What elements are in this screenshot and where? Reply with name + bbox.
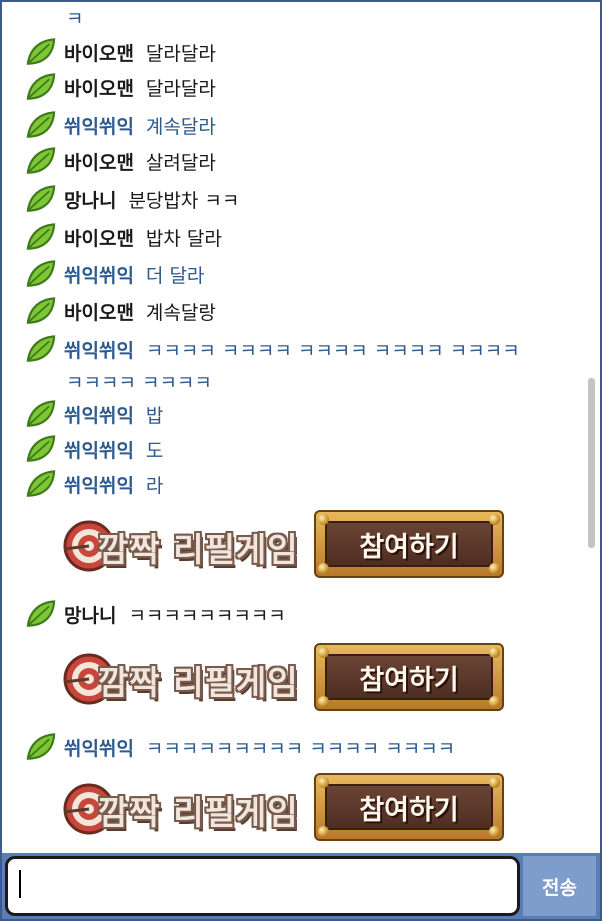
chat-text: 살려달라	[145, 151, 216, 174]
chat-nickname[interactable]: 쒸익쒸익	[64, 436, 134, 463]
leaf-icon	[26, 600, 56, 627]
chat-message: 쒸익쒸익 도	[24, 433, 163, 465]
banner-title: 깜짝 리필게임	[98, 793, 299, 832]
refill-game-banner: 깜짝 리필게임 참여하기	[60, 507, 510, 583]
join-button-face: 참여하기	[325, 654, 493, 700]
rivet-icon	[318, 777, 329, 788]
chat-nickname[interactable]: 바이오맨	[64, 148, 134, 175]
rivet-icon	[489, 826, 500, 837]
leaf-icon	[26, 400, 56, 427]
chat-text: ㅋㅋㅋㅋ ㅋㅋㅋㅋ ㅋㅋㅋㅋ ㅋㅋㅋㅋ ㅋㅋㅋㅋ	[145, 339, 520, 362]
send-button[interactable]: 전송	[523, 856, 596, 916]
chat-nickname[interactable]: 쒸익쒸익	[64, 401, 134, 428]
chat-text: 더 달라	[145, 264, 205, 287]
chat-message: 쒸익쒸익 밥	[24, 398, 163, 430]
leaf-icon	[26, 185, 56, 212]
chat-text: 라	[145, 474, 164, 497]
leaf-icon	[26, 73, 56, 100]
leaf-icon	[26, 297, 56, 324]
refill-game-banner: 깜짝 리필게임 참여하기	[60, 770, 510, 846]
message-continuation: ㅋㅋㅋㅋ ㅋㅋㅋㅋ	[66, 372, 212, 394]
chat-message: 바이오맨 달라달라	[24, 71, 216, 103]
chat-nickname[interactable]: 쒸익쒸익	[64, 261, 134, 288]
rivet-icon	[318, 696, 329, 707]
chat-text: 밥차 달라	[145, 227, 222, 250]
chat-text: 계속달랑	[145, 301, 216, 324]
chat-message: 바이오맨 밥차 달라	[24, 221, 222, 253]
join-button[interactable]: 참여하기	[314, 510, 504, 578]
chat-text: 밥	[145, 404, 164, 427]
chat-message: 망나니 분당밥차 ㅋㅋ	[24, 183, 239, 215]
chat-message: 바이오맨 살려달라	[24, 145, 216, 177]
send-button-label: 전송	[542, 876, 577, 899]
chat-nickname[interactable]: 바이오맨	[64, 74, 134, 101]
rivet-icon	[318, 514, 329, 525]
chat-text: ㅋㅋㅋㅋㅋㅋㅋㅋㅋ ㅋㅋㅋㅋ ㅋㅋㅋㅋ	[145, 737, 456, 760]
leaf-icon	[26, 223, 56, 250]
chat-window: ㅋ 바이오맨 달라달라 바이오맨 달라달라 쒸익쒸익 계속달라 바이오맨 살려달…	[0, 0, 602, 921]
rivet-icon	[318, 647, 329, 658]
chat-nickname[interactable]: 쒸익쒸익	[64, 336, 134, 363]
leaf-icon	[26, 733, 56, 760]
chat-message: 쒸익쒸익 더 달라	[24, 258, 204, 290]
chat-message: 바이오맨 달라달라	[24, 36, 216, 68]
chat-text: 달라달라	[145, 42, 216, 65]
chat-message: 바이오맨 계속달랑	[24, 295, 216, 327]
rivet-icon	[489, 514, 500, 525]
rivet-icon	[318, 563, 329, 574]
chat-log[interactable]: ㅋ 바이오맨 달라달라 바이오맨 달라달라 쒸익쒸익 계속달라 바이오맨 살려달…	[2, 2, 600, 853]
leaf-icon	[26, 38, 56, 65]
rivet-icon	[489, 696, 500, 707]
join-button-face: 참여하기	[325, 784, 493, 830]
join-button[interactable]: 참여하기	[314, 643, 504, 711]
chat-text: 분당밥차 ㅋㅋ	[128, 189, 240, 212]
rivet-icon	[318, 826, 329, 837]
leaf-icon	[26, 335, 56, 362]
chat-text: 도	[145, 439, 164, 462]
chat-input[interactable]	[5, 856, 520, 916]
text-caret	[19, 870, 21, 898]
rivet-icon	[489, 647, 500, 658]
chat-scrollbar[interactable]	[588, 378, 595, 548]
join-button-label: 참여하기	[359, 794, 459, 826]
chat-text: ㅋㅋㅋㅋㅋㅋㅋㅋㅋ	[128, 604, 286, 627]
chat-text: 달라달라	[145, 77, 216, 100]
join-button-face: 참여하기	[325, 521, 493, 567]
chat-text: 계속달라	[145, 115, 216, 138]
leaf-icon	[26, 260, 56, 287]
leaf-icon	[26, 435, 56, 462]
leaf-icon	[26, 470, 56, 497]
input-bar: 전송	[2, 853, 600, 919]
chat-nickname[interactable]: 망나니	[64, 601, 116, 628]
chat-nickname[interactable]: 쒸익쒸익	[64, 112, 134, 139]
message-continuation: ㅋ	[66, 8, 84, 30]
banner-title: 깜짝 리필게임	[98, 663, 299, 702]
chat-nickname[interactable]: 쒸익쒸익	[64, 471, 134, 498]
banner-title: 깜짝 리필게임	[98, 530, 299, 569]
chat-message: 쒸익쒸익 ㅋㅋㅋㅋ ㅋㅋㅋㅋ ㅋㅋㅋㅋ ㅋㅋㅋㅋ ㅋㅋㅋㅋ	[24, 333, 520, 365]
leaf-icon	[26, 111, 56, 138]
chat-message: 쒸익쒸익 라	[24, 468, 163, 500]
join-button[interactable]: 참여하기	[314, 773, 504, 841]
chat-nickname[interactable]: 망나니	[64, 186, 116, 213]
chat-nickname[interactable]: 바이오맨	[64, 298, 134, 325]
chat-message: 쒸익쒸익 계속달라	[24, 109, 216, 141]
leaf-icon	[26, 147, 56, 174]
chat-message: 망나니 ㅋㅋㅋㅋㅋㅋㅋㅋㅋ	[24, 598, 286, 630]
chat-message: 쒸익쒸익 ㅋㅋㅋㅋㅋㅋㅋㅋㅋ ㅋㅋㅋㅋ ㅋㅋㅋㅋ	[24, 731, 455, 763]
chat-nickname[interactable]: 쒸익쒸익	[64, 734, 134, 761]
chat-nickname[interactable]: 바이오맨	[64, 39, 134, 66]
refill-game-banner: 깜짝 리필게임 참여하기	[60, 640, 510, 716]
chat-nickname[interactable]: 바이오맨	[64, 224, 134, 251]
join-button-label: 참여하기	[359, 531, 459, 563]
rivet-icon	[489, 563, 500, 574]
rivet-icon	[489, 777, 500, 788]
join-button-label: 참여하기	[359, 664, 459, 696]
